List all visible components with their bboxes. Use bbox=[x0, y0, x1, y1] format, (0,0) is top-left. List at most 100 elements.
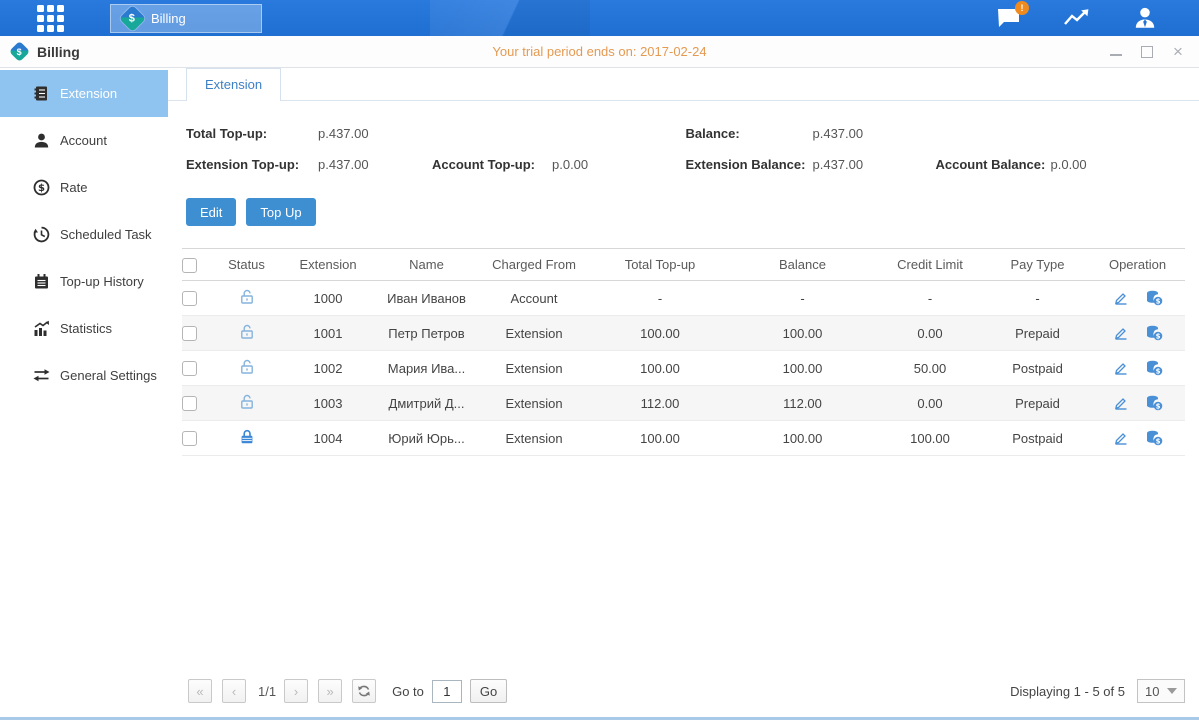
table-row: 1004 Юрий Юрь... Extension 100.00 100.00… bbox=[182, 421, 1185, 456]
row-checkbox[interactable] bbox=[182, 396, 197, 411]
select-all-checkbox[interactable] bbox=[182, 258, 197, 273]
chevron-down-icon bbox=[1167, 688, 1177, 694]
total-topup-value: p.437.00 bbox=[318, 126, 369, 141]
close-button[interactable]: × bbox=[1171, 45, 1185, 59]
refresh-button[interactable] bbox=[352, 679, 376, 703]
top-up-row-icon[interactable]: $ bbox=[1145, 290, 1163, 306]
top-up-button[interactable]: Top Up bbox=[246, 198, 315, 226]
sidebar-item-account[interactable]: Account bbox=[0, 117, 168, 164]
ledger-icon bbox=[33, 85, 50, 102]
sidebar-item-general-settings[interactable]: General Settings bbox=[0, 352, 168, 399]
sidebar-item-scheduled-task[interactable]: Scheduled Task bbox=[0, 211, 168, 258]
cell-total-topup: 100.00 bbox=[590, 351, 730, 386]
person-icon bbox=[33, 132, 50, 149]
go-button[interactable]: Go bbox=[470, 679, 507, 703]
notepad-icon bbox=[33, 273, 50, 290]
row-checkbox[interactable] bbox=[182, 326, 197, 341]
cell-extension: 1001 bbox=[281, 316, 375, 351]
sidebar-item-label: Extension bbox=[60, 86, 117, 101]
main-content: Extension Total Top-up: p.437.00 Extensi… bbox=[168, 68, 1199, 717]
total-topup-label: Total Top-up: bbox=[186, 126, 318, 141]
top-up-row-icon[interactable]: $ bbox=[1145, 395, 1163, 411]
page-indicator: 1/1 bbox=[258, 684, 276, 699]
account-balance-value: p.0.00 bbox=[1051, 157, 1087, 172]
edit-button[interactable]: Edit bbox=[186, 198, 236, 226]
user-account-icon[interactable] bbox=[1131, 5, 1159, 31]
lock-open-icon bbox=[239, 289, 255, 305]
row-checkbox[interactable] bbox=[182, 291, 197, 306]
col-operation: Operation bbox=[1090, 249, 1185, 281]
top-up-row-icon[interactable]: $ bbox=[1145, 360, 1163, 376]
sidebar-item-label: Top-up History bbox=[60, 274, 144, 289]
row-checkbox[interactable] bbox=[182, 361, 197, 376]
cell-total-topup: - bbox=[590, 281, 730, 316]
top-up-row-icon[interactable]: $ bbox=[1145, 325, 1163, 341]
cell-charged-from: Extension bbox=[478, 316, 590, 351]
tab-extension[interactable]: Extension bbox=[186, 68, 281, 101]
cell-total-topup: 100.00 bbox=[590, 421, 730, 456]
next-page-button[interactable]: › bbox=[284, 679, 308, 703]
previous-page-button[interactable]: ‹ bbox=[222, 679, 246, 703]
billing-window-icon: $ bbox=[9, 41, 30, 62]
edit-row-icon[interactable] bbox=[1113, 290, 1129, 306]
taskbar-tab-label: Billing bbox=[151, 11, 186, 26]
sidebar-item-label: Scheduled Task bbox=[60, 227, 152, 242]
edit-row-icon[interactable] bbox=[1113, 430, 1129, 446]
cell-charged-from: Extension bbox=[478, 421, 590, 456]
cell-credit-limit: - bbox=[875, 281, 985, 316]
extension-topup-value: p.437.00 bbox=[318, 157, 432, 172]
sidebar-item-label: General Settings bbox=[60, 368, 157, 383]
sidebar-item-extension[interactable]: Extension bbox=[0, 70, 168, 117]
first-page-button[interactable]: « bbox=[188, 679, 212, 703]
refresh-icon bbox=[357, 684, 371, 698]
extension-balance-value: p.437.00 bbox=[813, 157, 936, 172]
col-total-topup: Total Top-up bbox=[590, 249, 730, 281]
cell-name: Мария Ива... bbox=[375, 351, 478, 386]
table-row: 1002 Мария Ива... Extension 100.00 100.0… bbox=[182, 351, 1185, 386]
cell-credit-limit: 0.00 bbox=[875, 386, 985, 421]
window-titlebar: $ Billing Your trial period ends on: 201… bbox=[0, 36, 1199, 68]
col-balance: Balance bbox=[730, 249, 875, 281]
table-row: 1001 Петр Петров Extension 100.00 100.00… bbox=[182, 316, 1185, 351]
billing-app-icon: $ bbox=[119, 5, 146, 32]
table-row: 1003 Дмитрий Д... Extension 112.00 112.0… bbox=[182, 386, 1185, 421]
svg-text:$: $ bbox=[38, 183, 45, 194]
row-checkbox[interactable] bbox=[182, 431, 197, 446]
table-header-row: Status Extension Name Charged From Total… bbox=[182, 249, 1185, 281]
sidebar-item-label: Rate bbox=[60, 180, 87, 195]
edit-row-icon[interactable] bbox=[1113, 325, 1129, 341]
sidebar-item-topup-history[interactable]: Top-up History bbox=[0, 258, 168, 305]
table-row: 1000 Иван Иванов Account - - - - $ bbox=[182, 281, 1185, 316]
messages-icon[interactable]: ! bbox=[995, 5, 1023, 31]
app-launcher-icon[interactable] bbox=[37, 5, 67, 31]
displaying-count: Displaying 1 - 5 of 5 bbox=[1010, 684, 1125, 699]
maximize-button[interactable] bbox=[1140, 45, 1154, 59]
taskbar-tab-billing[interactable]: $ Billing bbox=[110, 4, 262, 33]
sidebar-item-label: Statistics bbox=[60, 321, 112, 336]
cell-pay-type: Postpaid bbox=[985, 421, 1090, 456]
goto-page-input[interactable] bbox=[432, 680, 462, 703]
cell-credit-limit: 100.00 bbox=[875, 421, 985, 456]
sidebar-item-rate[interactable]: $ Rate bbox=[0, 164, 168, 211]
edit-row-icon[interactable] bbox=[1113, 395, 1129, 411]
edit-row-icon[interactable] bbox=[1113, 360, 1129, 376]
minimize-button[interactable] bbox=[1109, 45, 1123, 59]
cell-credit-limit: 0.00 bbox=[875, 316, 985, 351]
sliders-icon bbox=[33, 367, 50, 384]
last-page-button[interactable]: » bbox=[318, 679, 342, 703]
cell-balance: - bbox=[730, 281, 875, 316]
statistics-monitor-icon[interactable] bbox=[1063, 5, 1091, 31]
cell-charged-from: Extension bbox=[478, 351, 590, 386]
cell-balance: 100.00 bbox=[730, 421, 875, 456]
billing-window: Extension Account $ Rate Scheduled Task … bbox=[0, 68, 1199, 720]
cell-charged-from: Extension bbox=[478, 386, 590, 421]
cell-pay-type: Postpaid bbox=[985, 351, 1090, 386]
sidebar-item-statistics[interactable]: Statistics bbox=[0, 305, 168, 352]
lock-closed-icon bbox=[239, 429, 255, 445]
cell-pay-type: Prepaid bbox=[985, 386, 1090, 421]
svg-text:$: $ bbox=[1155, 403, 1160, 411]
top-up-row-icon[interactable]: $ bbox=[1145, 430, 1163, 446]
account-balance-label: Account Balance: bbox=[936, 157, 1051, 172]
page-size-select[interactable]: 10 bbox=[1137, 679, 1185, 703]
extension-topup-label: Extension Top-up: bbox=[186, 157, 318, 172]
